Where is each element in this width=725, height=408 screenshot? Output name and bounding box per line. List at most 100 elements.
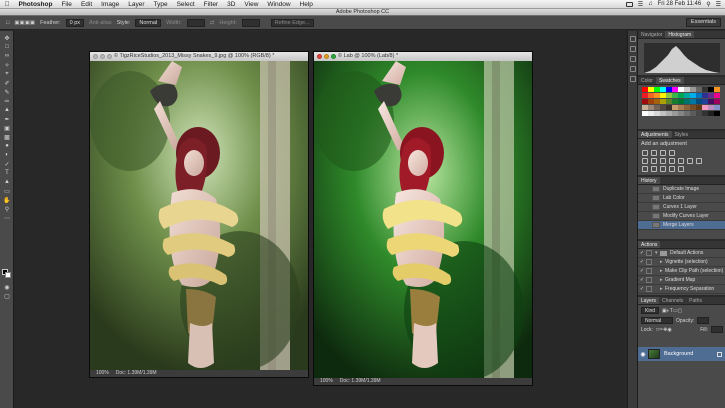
selection-mode-icons[interactable]: ▣▣▣▣: [14, 20, 35, 26]
dialog-toggle[interactable]: [646, 286, 652, 292]
tab-navigator[interactable]: Navigator: [638, 31, 665, 38]
check-icon[interactable]: ✓: [638, 286, 646, 292]
layer-kind-select[interactable]: Kind: [641, 307, 660, 314]
dialog-toggle[interactable]: [646, 277, 652, 283]
history-item[interactable]: Curves 1 Layer: [638, 203, 725, 212]
posterize-icon[interactable]: [651, 166, 657, 172]
tab-paths[interactable]: Paths: [686, 297, 705, 304]
hue-saturation-icon[interactable]: [651, 158, 657, 164]
invert-icon[interactable]: [642, 166, 648, 172]
color-lookup-icon[interactable]: [696, 158, 702, 164]
tab-actions[interactable]: Actions: [638, 241, 661, 248]
selective-color-icon[interactable]: [678, 166, 684, 172]
tab-history[interactable]: History: [638, 177, 660, 184]
fill-input[interactable]: [711, 326, 723, 333]
paragraph-icon[interactable]: [630, 66, 636, 72]
eyedropper-tool-icon[interactable]: ✐: [3, 79, 11, 87]
check-icon[interactable]: ✓: [638, 250, 646, 256]
clone-stamp-tool-icon[interactable]: ▲: [3, 106, 11, 114]
minimize-icon[interactable]: [100, 54, 105, 59]
document-title-bar[interactable]: © Lab @ 100% (Lab/8) *: [314, 52, 532, 61]
photo-canvas-lab[interactable]: [314, 61, 532, 378]
feather-input[interactable]: 0 px: [65, 18, 85, 27]
shape-tool-icon[interactable]: ▭: [3, 187, 11, 195]
check-icon[interactable]: ✓: [638, 268, 646, 274]
path-selection-tool-icon[interactable]: ▲: [3, 178, 11, 186]
doc-size[interactable]: Doc: 1.39M/1.39M: [116, 370, 157, 376]
tab-layers[interactable]: Layers: [638, 297, 660, 304]
levels-icon[interactable]: [651, 150, 657, 156]
tab-histogram[interactable]: Histogram: [665, 31, 695, 38]
move-tool-icon[interactable]: ✥: [3, 34, 11, 42]
menu-type[interactable]: Type: [149, 1, 172, 8]
swatch-grid[interactable]: [642, 87, 722, 119]
quick-select-tool-icon[interactable]: ✧: [3, 61, 11, 69]
brush-tool-icon[interactable]: ✑: [3, 97, 11, 105]
menu-photoshop[interactable]: Photoshop: [14, 1, 57, 8]
pen-tool-icon[interactable]: ✓: [3, 160, 11, 168]
marquee-tool-icon[interactable]: □: [6, 20, 9, 26]
history-item[interactable]: Lab Color: [638, 194, 725, 203]
curves-icon[interactable]: [660, 150, 666, 156]
maximize-icon[interactable]: [331, 54, 336, 59]
type-tool-icon[interactable]: T: [3, 169, 11, 177]
healing-tool-icon[interactable]: ✎: [3, 88, 11, 96]
history-item[interactable]: Duplicate Image: [638, 185, 725, 194]
tab-swatches[interactable]: Swatches: [655, 77, 684, 84]
tab-color[interactable]: Color: [638, 77, 656, 84]
quick-mask-icon[interactable]: ◉: [3, 283, 11, 291]
doc-size[interactable]: Doc: 1.39M/1.39M: [340, 378, 381, 384]
volume-icon[interactable]: ♫: [648, 1, 653, 7]
channel-mixer-icon[interactable]: [687, 158, 693, 164]
check-icon[interactable]: ✓: [638, 277, 646, 283]
menu-image[interactable]: Image: [97, 1, 124, 8]
history-item[interactable]: Modify Curves Layer: [638, 212, 725, 221]
antialias-checkbox[interactable]: Anti-alias: [89, 20, 112, 26]
eraser-tool-icon[interactable]: ▣: [3, 124, 11, 132]
zoom-level[interactable]: 100%: [320, 378, 333, 384]
photo-filter-icon[interactable]: [678, 158, 684, 164]
background-color-swatch[interactable]: [5, 272, 11, 278]
menu-3d[interactable]: 3D: [223, 1, 240, 8]
black-white-icon[interactable]: [669, 158, 675, 164]
dodge-tool-icon[interactable]: ◐: [3, 151, 11, 159]
menu-help[interactable]: Help: [295, 1, 317, 8]
wifi-icon[interactable]: ☰: [638, 1, 643, 8]
action-item[interactable]: ✓ ▸ Gradient Map: [638, 276, 725, 285]
lock-icons[interactable]: □✑✥◉: [656, 327, 672, 333]
action-item[interactable]: ✓ ▸ Make Clip Path (selection): [638, 267, 725, 276]
action-item[interactable]: ✓ ▸ Frequency Separation: [638, 285, 725, 294]
clock[interactable]: Fri 28 Feb 11:46: [658, 1, 702, 7]
apple-icon[interactable]: : [0, 1, 14, 8]
screen-mode-icon[interactable]: ▢: [3, 292, 11, 300]
lasso-tool-icon[interactable]: ∞: [3, 52, 11, 60]
dialog-toggle[interactable]: [646, 259, 652, 265]
threshold-icon[interactable]: [660, 166, 666, 172]
eye-icon[interactable]: ◉: [638, 351, 648, 358]
width-input[interactable]: [186, 18, 205, 27]
blend-mode-select[interactable]: Normal: [641, 317, 673, 324]
filter-icons[interactable]: ▣◐T▭▢: [662, 308, 682, 314]
close-icon[interactable]: [93, 54, 98, 59]
menu-layer[interactable]: Layer: [124, 1, 149, 8]
battery-icon[interactable]: [625, 1, 633, 7]
close-icon[interactable]: [317, 54, 322, 59]
menu-window[interactable]: Window: [263, 1, 295, 8]
gradient-tool-icon[interactable]: ▩: [3, 133, 11, 141]
hand-tool-icon[interactable]: ✋: [3, 196, 11, 204]
properties-icon[interactable]: [630, 76, 636, 82]
action-item[interactable]: ✓ ▸ Vignette (selection): [638, 258, 725, 267]
dialog-toggle[interactable]: [646, 268, 652, 274]
document-title-bar[interactable]: © TigzRiceStudios_2013_Missy Snakes_9.jp…: [90, 52, 308, 61]
search-icon[interactable]: ⚲: [706, 1, 710, 8]
check-icon[interactable]: ✓: [638, 259, 646, 265]
blur-tool-icon[interactable]: ●: [3, 142, 11, 150]
menu-filter[interactable]: Filter: [199, 1, 222, 8]
brightness-contrast-icon[interactable]: [642, 150, 648, 156]
character-icon[interactable]: [630, 56, 636, 62]
color-balance-icon[interactable]: [660, 158, 666, 164]
tab-styles[interactable]: Styles: [672, 131, 692, 138]
tab-adjustments[interactable]: Adjustments: [638, 131, 672, 138]
tab-channels[interactable]: Channels: [659, 297, 686, 304]
exposure-icon[interactable]: [669, 150, 675, 156]
